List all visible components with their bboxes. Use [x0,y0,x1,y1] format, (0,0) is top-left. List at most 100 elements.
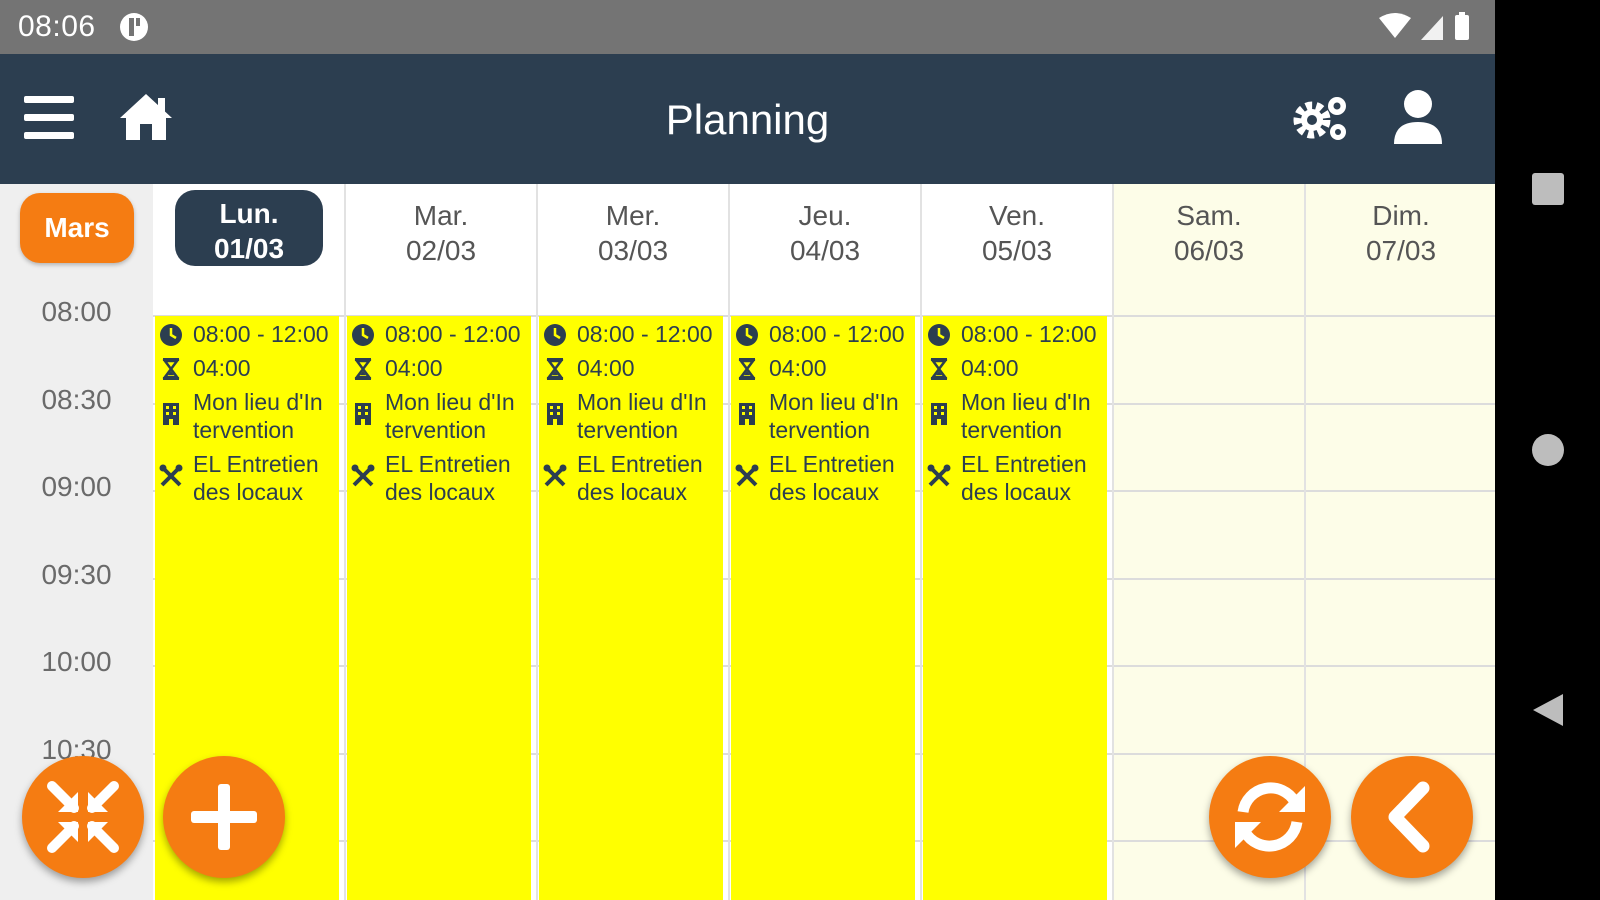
event-service-row: EL Entretien des locaux [735,450,911,506]
event-duration: 04:00 [961,355,1019,381]
day-label: Lun. 01/03 [153,196,345,266]
hourglass-icon [162,358,180,380]
event-duration: 04:00 [385,355,443,381]
event-service-row: EL Entretien des locaux [159,450,335,506]
day-name: Lun. [219,198,279,229]
event-service: EL Entretien des locaux [193,451,319,505]
tools-icon [543,464,567,487]
event-duration-row: 04:00 [351,354,527,382]
event-service: EL Entretien des locaux [961,451,1087,505]
time-label: 08:00 [41,296,112,327]
event-time: 08:00 - 12:00 [385,321,521,347]
home-nav-button[interactable] [1532,434,1564,466]
event-card[interactable]: 08:00 - 12:00 04:00 Mon lieu d'In terventi… [347,316,531,900]
event-service-row: EL Entretien des locaux [351,450,527,506]
event-service: EL Entretien des locaux [385,451,511,505]
day-header[interactable]: Sam. 06/03 [1113,184,1305,314]
event-location: Mon lieu d'In tervention [961,389,1091,443]
collapse-arrows-icon [47,781,119,853]
event-duration: 04:00 [769,355,827,381]
event-time: 08:00 - 12:00 [769,321,905,347]
add-button[interactable] [163,756,285,878]
time-label: 09:00 [41,471,112,502]
day-header[interactable]: Mar. 02/03 [345,184,537,314]
event-time-row: 08:00 - 12:00 [927,320,1103,348]
back-button[interactable] [1351,756,1473,878]
event-time-row: 08:00 - 12:00 [351,320,527,348]
day-name: Ven. [988,200,1046,231]
day-header[interactable]: Mer. 03/03 [537,184,729,314]
event-time-row: 08:00 - 12:00 [159,320,335,348]
event-service: EL Entretien des locaux [577,451,703,505]
battery-icon [1455,15,1469,40]
system-nav-bar [1495,0,1600,900]
collapse-button[interactable] [22,756,144,878]
day-label: Sam. 06/03 [1113,198,1305,268]
tools-icon [735,464,759,487]
day-name: Jeu. [798,200,852,231]
event-service-row: EL Entretien des locaux [543,450,719,506]
day-label: Dim. 07/03 [1305,198,1495,268]
day-date: 05/03 [981,235,1053,266]
back-nav-icon[interactable] [1531,692,1565,728]
day-label: Mer. 03/03 [537,198,729,268]
recents-button[interactable] [1532,173,1564,205]
month-chip[interactable]: Mars [20,193,134,263]
system-status-icons [1379,12,1469,40]
event-duration: 04:00 [193,355,251,381]
clock-icon [352,324,374,346]
plus-icon [191,784,257,850]
app-window: 08:06 Planning Mars 08:00 08:30 09:00 09… [0,0,1495,900]
day-header[interactable]: Jeu. 04/03 [729,184,921,314]
hourglass-icon [930,358,948,380]
hourglass-icon [738,358,756,380]
event-location-row: Mon lieu d'In tervention [159,388,335,444]
event-time-row: 08:00 - 12:00 [735,320,911,348]
event-location: Mon lieu d'In tervention [577,389,707,443]
building-icon [547,403,563,425]
day-date: 02/03 [405,235,477,266]
time-label: 08:30 [41,383,112,415]
event-time: 08:00 - 12:00 [577,321,713,347]
gears-icon[interactable] [1292,92,1352,144]
event-duration-row: 04:00 [927,354,1103,382]
event-location: Mon lieu d'In tervention [769,389,899,443]
event-location-row: Mon lieu d'In tervention [927,388,1103,444]
day-header[interactable]: Lun. 01/03 [153,184,345,314]
day-header[interactable]: Dim. 07/03 [1305,184,1495,314]
status-time: 08:06 [18,10,96,43]
day-name: Dim. [1372,200,1430,231]
app-indicator-icon [120,13,148,41]
event-location-row: Mon lieu d'In tervention [543,388,719,444]
day-date: 07/03 [1365,235,1437,266]
hourglass-icon [546,358,564,380]
building-icon [355,403,371,425]
event-location-row: Mon lieu d'In tervention [735,388,911,444]
clock-icon [928,324,950,346]
event-location: Mon lieu d'In tervention [385,389,515,443]
time-label: 10:00 [41,646,112,677]
event-time-row: 08:00 - 12:00 [543,320,719,348]
event-time: 08:00 - 12:00 [193,321,329,347]
clock-icon [736,324,758,346]
event-card[interactable]: 08:00 - 12:00 04:00 Mon lieu d'In terventi… [923,316,1107,900]
chevron-left-icon [1388,781,1430,853]
user-icon[interactable] [1392,88,1444,146]
day-header[interactable]: Ven. 05/03 [921,184,1113,314]
page-title: Planning [665,96,830,143]
tools-icon [351,464,375,487]
event-duration: 04:00 [577,355,635,381]
event-duration-row: 04:00 [543,354,719,382]
building-icon [739,403,755,425]
event-card[interactable]: 08:00 - 12:00 04:00 Mon lieu d'In terventi… [539,316,723,900]
clock-icon [544,324,566,346]
event-card[interactable]: 08:00 - 12:00 04:00 Mon lieu d'In terventi… [731,316,915,900]
event-time: 08:00 - 12:00 [961,321,1097,347]
wifi-icon [1379,13,1411,38]
event-duration-row: 04:00 [735,354,911,382]
day-label: Jeu. 04/03 [729,198,921,268]
day-name: Mar. [413,200,469,231]
refresh-button[interactable] [1209,756,1331,878]
day-label: Ven. 05/03 [921,198,1113,268]
signal-icon [1421,16,1443,40]
